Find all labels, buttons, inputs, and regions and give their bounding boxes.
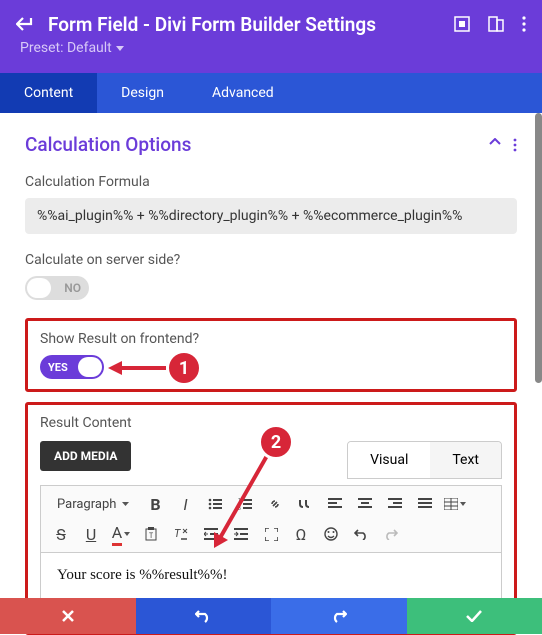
callout-1: 1	[166, 350, 202, 386]
arrow-1-icon	[108, 358, 166, 378]
editor-visual-tab[interactable]: Visual	[348, 442, 430, 478]
redo-icon[interactable]	[377, 520, 405, 548]
scrollbar[interactable]	[535, 113, 542, 383]
tab-content[interactable]: Content	[0, 73, 97, 113]
tab-advanced[interactable]: Advanced	[188, 73, 298, 113]
formula-label: Calculation Formula	[25, 174, 517, 190]
collapse-icon[interactable]	[489, 138, 501, 152]
blockquote-icon[interactable]	[291, 490, 319, 518]
highlight-frontend: Show Result on frontend? YES	[25, 318, 517, 392]
settings-header: Form Field - Divi Form Builder Settings …	[0, 0, 542, 73]
footer-actions	[0, 598, 542, 634]
editor-text-tab[interactable]: Text	[430, 442, 501, 478]
preset-selector[interactable]: Preset: Default	[0, 40, 542, 64]
redo-footer-button[interactable]	[271, 598, 407, 634]
undo-icon[interactable]	[347, 520, 375, 548]
tab-design[interactable]: Design	[97, 73, 188, 113]
align-left-icon[interactable]	[321, 490, 349, 518]
undo-footer-button[interactable]	[136, 598, 272, 634]
save-button[interactable]	[407, 598, 542, 634]
main-tabs: Content Design Advanced	[0, 73, 542, 113]
svg-text:T: T	[149, 532, 154, 540]
page-title: Form Field - Divi Form Builder Settings	[48, 13, 454, 36]
svg-text:T: T	[174, 527, 181, 540]
formula-input[interactable]	[25, 198, 517, 234]
underline-icon[interactable]: U	[77, 520, 105, 548]
table-icon[interactable]	[441, 490, 469, 518]
settings-panel: Calculation Options Calculation Formula …	[0, 113, 542, 635]
more-menu-icon[interactable]	[522, 16, 526, 32]
back-arrow-icon[interactable]	[16, 16, 34, 32]
column-hover-icon[interactable]	[454, 16, 470, 32]
server-side-label: Calculate on server side?	[25, 252, 517, 268]
align-right-icon[interactable]	[381, 490, 409, 518]
callout-2: 2	[258, 424, 294, 460]
clear-format-icon[interactable]: T	[167, 520, 195, 548]
align-center-icon[interactable]	[351, 490, 379, 518]
special-char-icon[interactable]: Ω	[287, 520, 315, 548]
add-media-button[interactable]: ADD MEDIA	[40, 441, 131, 471]
format-dropdown[interactable]: Paragraph	[47, 490, 139, 518]
responsive-icon[interactable]	[488, 16, 504, 32]
frontend-toggle[interactable]: YES	[40, 355, 104, 379]
text-color-icon[interactable]: A	[107, 520, 135, 548]
emoji-icon[interactable]	[317, 520, 345, 548]
paste-text-icon[interactable]: T	[137, 520, 165, 548]
bold-icon[interactable]: B	[141, 490, 169, 518]
strikethrough-icon[interactable]: S	[47, 520, 75, 548]
section-title[interactable]: Calculation Options	[25, 133, 191, 156]
server-side-toggle[interactable]: NO	[25, 276, 89, 300]
frontend-label: Show Result on frontend?	[40, 331, 502, 347]
arrow-2-icon	[210, 452, 272, 548]
align-justify-icon[interactable]	[411, 490, 439, 518]
italic-icon[interactable]: I	[171, 490, 199, 518]
cancel-button[interactable]	[0, 598, 136, 634]
section-more-icon[interactable]	[513, 138, 517, 152]
